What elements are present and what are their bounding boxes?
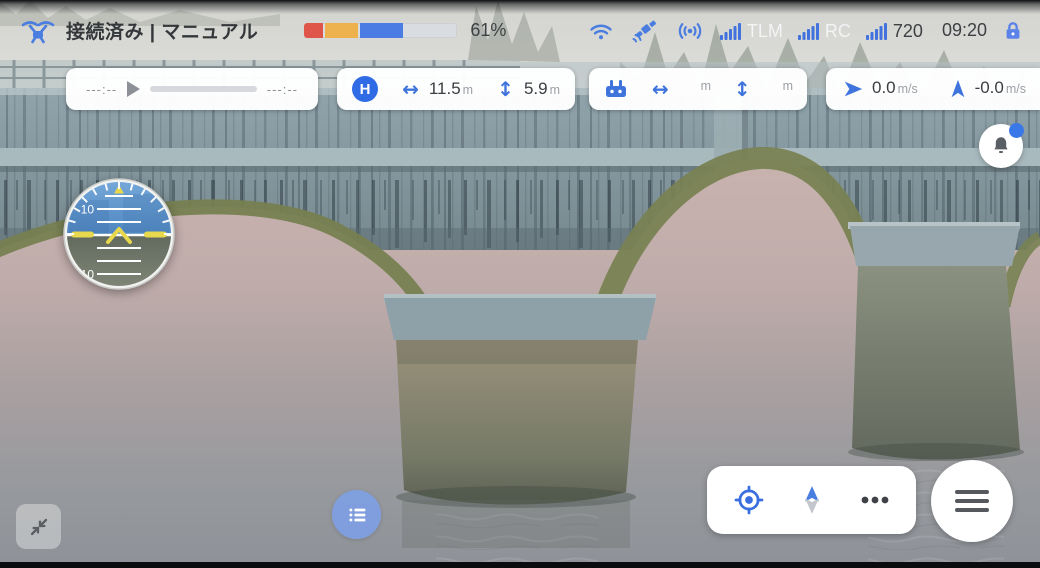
more-options-button[interactable]: [853, 478, 897, 522]
vertical-arrow-icon: ↕: [734, 79, 751, 99]
collapse-view-button[interactable]: [16, 504, 61, 549]
map-toolbar: [707, 466, 916, 534]
telemetry-signal[interactable]: TLM: [720, 21, 783, 41]
notification-button[interactable]: [979, 124, 1023, 168]
locate-button[interactable]: [727, 478, 771, 522]
lock-icon[interactable]: [1002, 20, 1024, 42]
horizontal-speed-value: 0.0: [872, 78, 896, 98]
telemetry-label: TLM: [747, 21, 783, 41]
topbar-status-icons: TLM RC: [587, 18, 1024, 44]
video-resolution-label: 720: [893, 21, 923, 41]
locate-crosshair-icon: [734, 485, 764, 515]
home-vertical-value: 5.9: [524, 79, 548, 99]
wifi-icon[interactable]: [587, 19, 615, 43]
horizontal-arrow-icon: ↔: [652, 79, 669, 99]
battery-percent: 61%: [470, 20, 506, 41]
app-screen: 接続済み | マニュアル 61%: [0, 0, 1040, 568]
playback-slider[interactable]: [150, 86, 256, 92]
attitude-indicator[interactable]: 10 10: [61, 176, 177, 292]
battery-bar: [304, 23, 457, 38]
signal-bars-icon: [866, 21, 888, 41]
rc-vertical-unit: m: [783, 79, 793, 93]
battery-indicator[interactable]: 61%: [304, 20, 506, 41]
battery-segment-warning: [325, 23, 358, 38]
home-distance-pill[interactable]: H ↔ 11.5 m ↕ 5.9 m: [337, 68, 575, 110]
rc-distance-pill[interactable]: ↔ m ↕ m: [589, 68, 807, 110]
main-menu-button[interactable]: [931, 460, 1013, 542]
battery-segment-critical: [304, 23, 323, 38]
ellipsis-icon: [860, 485, 890, 515]
home-horizontal-unit: m: [463, 83, 473, 97]
playback-pill[interactable]: ---:-- ---:--: [66, 68, 318, 110]
list-icon: [345, 503, 369, 527]
compass-needle-icon: [797, 485, 827, 515]
rc-label: RC: [825, 21, 851, 41]
vertical-speed-unit: m/s: [1006, 82, 1026, 96]
rc-horizontal-unit: m: [701, 79, 711, 93]
broadcast-icon[interactable]: [675, 19, 705, 43]
collapse-arrows-icon: [26, 514, 52, 540]
hamburger-menu-icon: [953, 486, 991, 516]
arrow-up-icon: [947, 78, 969, 100]
vertical-arrow-icon: ↕: [497, 79, 514, 99]
checklist-button[interactable]: [332, 490, 381, 539]
video-signal[interactable]: 720: [866, 21, 923, 41]
signal-bars-icon: [720, 21, 742, 41]
home-vertical-unit: m: [550, 83, 560, 97]
compass-button[interactable]: [790, 478, 834, 522]
play-triangle-icon[interactable]: [127, 81, 140, 97]
top-status-bar: 接続済み | マニュアル 61%: [0, 0, 1040, 55]
drone-icon: [20, 18, 56, 44]
rc-signal[interactable]: RC: [798, 21, 851, 41]
battery-segment-level: [360, 23, 403, 38]
vertical-speed-value: -0.0: [975, 78, 1004, 98]
notification-badge: [1009, 123, 1024, 138]
home-horizontal-value: 11.5: [429, 79, 461, 99]
speed-pill[interactable]: 0.0 m/s -0.0 m/s: [826, 68, 1040, 110]
horizontal-arrow-icon: ↔: [402, 79, 419, 99]
horizontal-speed-unit: m/s: [898, 82, 918, 96]
signal-bars-icon: [798, 21, 820, 41]
pitch-label-upper: 10: [81, 203, 95, 217]
playback-total: ---:--: [267, 82, 298, 97]
arrow-right-icon: [842, 78, 864, 100]
bottom-edge-bar: [0, 562, 1040, 568]
remote-controller-icon: [603, 77, 629, 101]
clock: 09:20: [942, 20, 987, 41]
home-point-icon: H: [352, 76, 378, 102]
playback-elapsed: ---:--: [86, 82, 117, 97]
bell-icon: [990, 135, 1012, 157]
connection-status[interactable]: 接続済み | マニュアル: [66, 17, 258, 44]
satellite-icon[interactable]: [630, 18, 660, 44]
